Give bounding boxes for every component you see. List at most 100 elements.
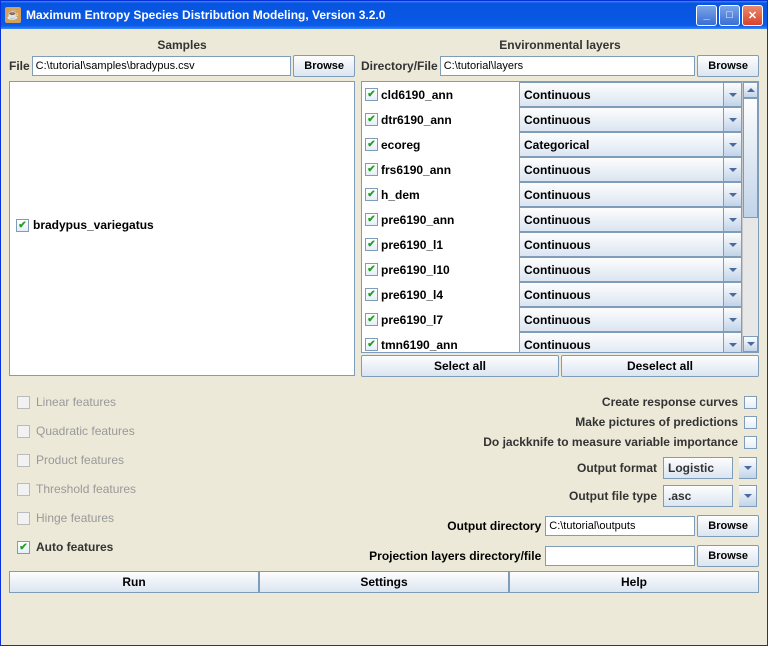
chevron-down-icon[interactable] [724, 332, 742, 352]
threshold-features-checkbox[interactable]: Threshold features [17, 482, 263, 496]
chevron-down-icon[interactable] [724, 107, 742, 132]
jackknife-checkbox[interactable]: Do jackknife to measure variable importa… [483, 435, 759, 449]
chevron-down-icon[interactable] [739, 485, 757, 507]
select-all-button[interactable]: Select all [361, 355, 559, 377]
checkbox-unchecked-icon[interactable] [744, 436, 757, 449]
help-button[interactable]: Help [509, 571, 759, 593]
maximize-button[interactable]: □ [719, 5, 740, 26]
layer-checkbox-label[interactable]: ✔pre6190_l7 [362, 307, 519, 332]
layer-type-select[interactable]: Continuous [519, 82, 724, 107]
layer-checkbox-label[interactable]: ✔frs6190_ann [362, 157, 519, 182]
layer-checkbox-label[interactable]: ✔h_dem [362, 182, 519, 207]
layers-table[interactable]: ✔cld6190_annContinuous✔dtr6190_annContin… [362, 82, 742, 352]
checkbox-unchecked-icon[interactable] [744, 396, 757, 409]
checkbox-checked-icon[interactable]: ✔ [365, 338, 378, 351]
layer-checkbox-label[interactable]: ✔dtr6190_ann [362, 107, 519, 132]
checkbox-unchecked-icon[interactable] [744, 416, 757, 429]
output-dir-browse-button[interactable]: Browse [697, 515, 759, 537]
layer-checkbox-label[interactable]: ✔pre6190_l10 [362, 257, 519, 282]
vertical-scrollbar[interactable] [742, 82, 758, 352]
chevron-down-icon[interactable] [724, 157, 742, 182]
layer-checkbox-label[interactable]: ✔pre6190_l4 [362, 282, 519, 307]
chevron-down-icon[interactable] [724, 207, 742, 232]
env-dir-label: Directory/File [361, 59, 438, 73]
checkbox-checked-icon[interactable]: ✔ [365, 138, 378, 151]
run-button[interactable]: Run [9, 571, 259, 593]
deselect-all-button[interactable]: Deselect all [561, 355, 759, 377]
output-dir-input[interactable] [545, 516, 695, 536]
layer-name: pre6190_l10 [381, 263, 450, 277]
layer-row: ✔pre6190_l4Continuous [362, 282, 742, 307]
layer-checkbox-label[interactable]: ✔pre6190_ann [362, 207, 519, 232]
layer-type-select[interactable]: Continuous [519, 257, 724, 282]
layer-row: ✔pre6190_l1Continuous [362, 232, 742, 257]
projection-browse-button[interactable]: Browse [697, 545, 759, 567]
checkbox-checked-icon[interactable]: ✔ [365, 313, 378, 326]
close-button[interactable]: ✕ [742, 5, 763, 26]
layer-type-select[interactable]: Continuous [519, 157, 724, 182]
layer-name: pre6190_ann [381, 213, 454, 227]
layer-checkbox-label[interactable]: ✔tmn6190_ann [362, 332, 519, 352]
linear-features-checkbox[interactable]: Linear features [17, 395, 263, 409]
layer-name: cld6190_ann [381, 88, 453, 102]
species-item[interactable]: ✔ bradypus_variegatus [14, 216, 350, 234]
checkbox-checked-icon[interactable]: ✔ [365, 213, 378, 226]
layer-type-select[interactable]: Continuous [519, 207, 724, 232]
chevron-down-icon[interactable] [724, 282, 742, 307]
projection-dir-input[interactable] [545, 546, 695, 566]
settings-button[interactable]: Settings [259, 571, 509, 593]
layer-type-select[interactable]: Continuous [519, 307, 724, 332]
pictures-checkbox[interactable]: Make pictures of predictions [575, 415, 759, 429]
chevron-down-icon[interactable] [724, 257, 742, 282]
java-icon: ☕ [5, 7, 21, 23]
auto-features-checkbox[interactable]: ✔ Auto features [17, 540, 263, 554]
samples-browse-button[interactable]: Browse [293, 55, 355, 77]
layer-row: ✔h_demContinuous [362, 182, 742, 207]
scroll-up-button[interactable] [743, 82, 758, 98]
layer-checkbox-label[interactable]: ✔ecoreg [362, 132, 519, 157]
product-features-checkbox[interactable]: Product features [17, 453, 263, 467]
chevron-down-icon[interactable] [724, 232, 742, 257]
minimize-button[interactable]: _ [696, 5, 717, 26]
checkbox-checked-icon[interactable]: ✔ [16, 219, 29, 232]
output-format-select[interactable]: Logistic [663, 457, 733, 479]
chevron-down-icon[interactable] [724, 307, 742, 332]
chevron-down-icon[interactable] [724, 82, 742, 107]
checkbox-checked-icon[interactable]: ✔ [365, 113, 378, 126]
output-file-type-select[interactable]: .asc [663, 485, 733, 507]
checkbox-checked-icon: ✔ [17, 541, 30, 554]
chevron-down-icon[interactable] [724, 132, 742, 157]
scroll-down-button[interactable] [743, 336, 758, 352]
chevron-down-icon[interactable] [739, 457, 757, 479]
checkbox-unchecked-icon [17, 512, 30, 525]
env-browse-button[interactable]: Browse [697, 55, 759, 77]
checkbox-checked-icon[interactable]: ✔ [365, 288, 378, 301]
quadratic-features-checkbox[interactable]: Quadratic features [17, 424, 263, 438]
output-format-label: Output format [577, 461, 657, 475]
checkbox-checked-icon[interactable]: ✔ [365, 163, 378, 176]
layer-type-select[interactable]: Continuous [519, 232, 724, 257]
layer-name: frs6190_ann [381, 163, 451, 177]
layer-type-select[interactable]: Continuous [519, 282, 724, 307]
app-window: ☕ Maximum Entropy Species Distribution M… [0, 0, 768, 646]
checkbox-unchecked-icon [17, 396, 30, 409]
samples-file-input[interactable] [32, 56, 292, 76]
scroll-thumb[interactable] [743, 98, 758, 218]
layer-type-select[interactable]: Continuous [519, 332, 724, 352]
hinge-features-checkbox[interactable]: Hinge features [17, 511, 263, 525]
titlebar[interactable]: ☕ Maximum Entropy Species Distribution M… [1, 1, 767, 29]
layer-checkbox-label[interactable]: ✔pre6190_l1 [362, 232, 519, 257]
chevron-down-icon[interactable] [724, 182, 742, 207]
checkbox-checked-icon[interactable]: ✔ [365, 188, 378, 201]
layer-type-select[interactable]: Continuous [519, 107, 724, 132]
checkbox-checked-icon[interactable]: ✔ [365, 88, 378, 101]
response-curves-checkbox[interactable]: Create response curves [602, 395, 759, 409]
checkbox-checked-icon[interactable]: ✔ [365, 263, 378, 276]
layer-checkbox-label[interactable]: ✔cld6190_ann [362, 82, 519, 107]
layer-type-select[interactable]: Continuous [519, 182, 724, 207]
checkbox-checked-icon[interactable]: ✔ [365, 238, 378, 251]
layer-type-select[interactable]: Categorical [519, 132, 724, 157]
env-dir-input[interactable] [440, 56, 696, 76]
species-listbox[interactable]: ✔ bradypus_variegatus [9, 81, 355, 376]
layer-row: ✔cld6190_annContinuous [362, 82, 742, 107]
